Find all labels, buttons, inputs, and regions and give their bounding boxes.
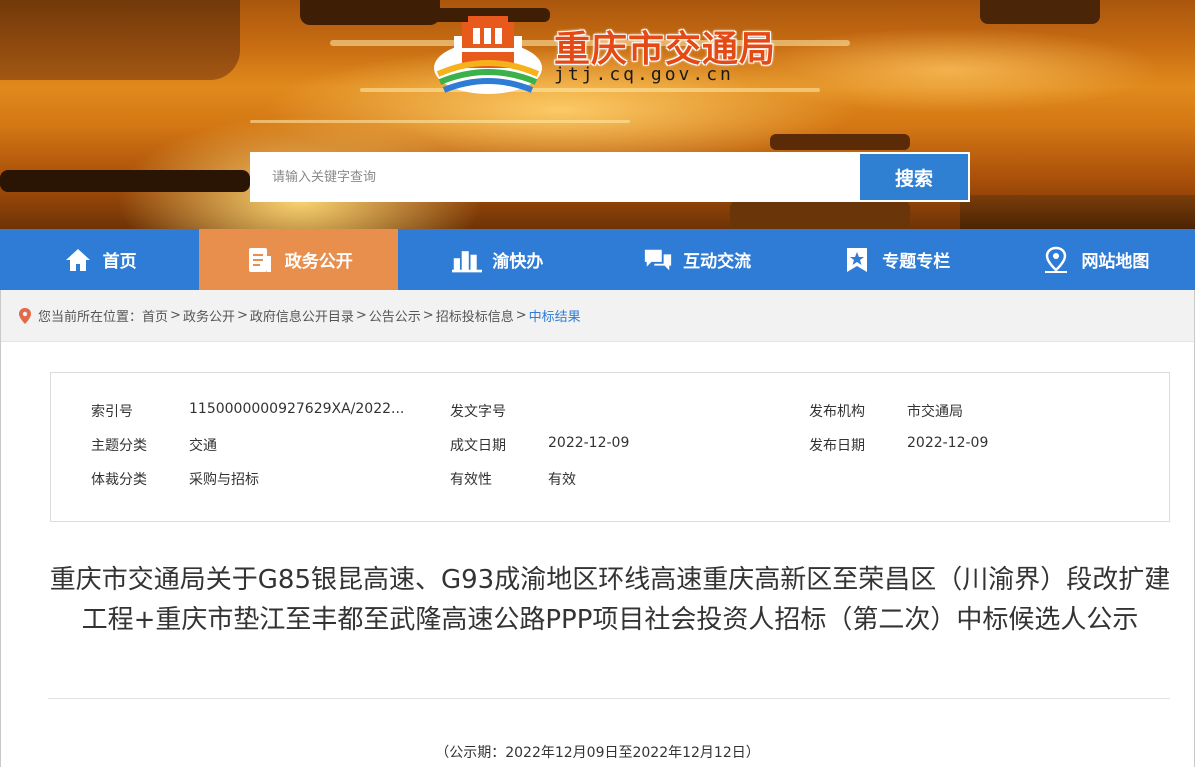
genre-label: 体裁分类	[91, 472, 147, 488]
boat-silhouette	[300, 0, 440, 25]
breadcrumb-current[interactable]: 中标结果	[529, 306, 581, 325]
boat-silhouette	[0, 170, 250, 192]
water-reflection	[250, 120, 630, 123]
index-value: 11500000009276​29XA/2022...	[189, 401, 405, 417]
search-bar: 搜索	[250, 152, 970, 202]
header-banner: 重庆市交通局 jtj.cq.gov.cn 搜索	[0, 0, 1195, 229]
breadcrumb: 您当前所在位置： 首页 > 政务公开 > 政府信息公开目录 > 公告公示 > 招…	[0, 290, 1195, 342]
nav-item-label: 网站地图	[1081, 252, 1150, 272]
document-title: 重庆市交通局关于G85银昆高速、G93成渝地区环线高速重庆高新区至荣昌区（川渝界…	[49, 565, 1171, 635]
published-date-label: 发布日期	[809, 438, 865, 454]
breadcrumb-separator: >	[515, 308, 527, 323]
metadata-row: 索引号 11500000009276​29XA/2022... 发文字号 发布机…	[51, 401, 1169, 425]
breadcrumb-separator: >	[422, 308, 434, 323]
boat-silhouette	[770, 134, 910, 150]
nav-item-label: 渝快办	[492, 252, 544, 272]
genre-value: 采购与招标	[189, 472, 259, 488]
document-metadata: 索引号 11500000009276​29XA/2022... 发文字号 发布机…	[50, 372, 1170, 522]
logo-emblem-icon	[434, 16, 542, 94]
site-logo[interactable]: 重庆市交通局 jtj.cq.gov.cn	[432, 8, 792, 94]
nav-item-yukuaiban[interactable]: 渝快办	[398, 229, 597, 290]
divider	[48, 698, 1170, 699]
breadcrumb-link-announcements[interactable]: 公告公示	[369, 306, 421, 325]
validity-value: 有效	[548, 472, 576, 488]
announcement-period: （公示期：2022年12月09日至2022年12月12日）	[435, 745, 760, 761]
breadcrumb-link-bidding-info[interactable]: 招标投标信息	[436, 306, 514, 325]
boat-silhouette	[980, 0, 1100, 24]
publisher-value: 市交通局	[907, 404, 963, 420]
breadcrumb-link-home[interactable]: 首页	[142, 306, 168, 325]
nav-item-label: 政务公开	[284, 252, 353, 272]
validity-label: 有效性	[450, 472, 492, 488]
main-nav: 首页 政务公开 渝快办 互动交流 专题专栏 网站地图	[0, 229, 1195, 290]
created-date-value: 2022-12-09	[548, 435, 630, 451]
star-bookmark-icon	[842, 245, 872, 275]
created-date-label: 成文日期	[450, 438, 506, 454]
publisher-label: 发布机构	[809, 404, 865, 420]
nav-item-label: 互动交流	[683, 252, 752, 272]
boat-silhouette	[960, 195, 1195, 229]
metadata-row: 体裁分类 采购与招标 有效性 有效	[51, 469, 1169, 493]
site-domain: jtj.cq.gov.cn	[554, 64, 734, 85]
nav-item-special-topics[interactable]: 专题专栏	[797, 229, 996, 290]
breadcrumb-link-info-catalog[interactable]: 政府信息公开目录	[250, 306, 354, 325]
page-border	[0, 290, 1, 767]
nav-item-gov-affairs[interactable]: 政务公开	[199, 229, 399, 290]
nav-item-label: 首页	[102, 252, 137, 272]
nav-item-sitemap[interactable]: 网站地图	[996, 229, 1195, 290]
nav-item-interaction[interactable]: 互动交流	[598, 229, 797, 290]
banner-shadow	[0, 0, 240, 80]
map-pin-icon	[1041, 245, 1071, 275]
document-icon	[245, 245, 275, 275]
breadcrumb-separator: >	[355, 308, 367, 323]
nav-item-label: 专题专栏	[882, 252, 951, 272]
chat-icon	[643, 245, 673, 275]
breadcrumb-prefix: 您当前所在位置：	[38, 310, 143, 325]
index-label: 索引号	[91, 404, 133, 420]
breadcrumb-separator: >	[170, 308, 181, 323]
location-pin-icon	[19, 307, 31, 324]
home-icon	[63, 245, 93, 275]
topic-label: 主题分类	[91, 438, 147, 454]
search-input[interactable]	[250, 152, 858, 202]
search-button[interactable]: 搜索	[858, 152, 970, 202]
metadata-row: 主题分类 交通 成文日期 2022-12-09 发布日期 2022-12-09	[51, 435, 1169, 459]
boat-silhouette	[730, 200, 910, 229]
nav-item-home[interactable]: 首页	[0, 229, 199, 290]
published-date-value: 2022-12-09	[907, 435, 989, 451]
doc-number-label: 发文字号	[450, 404, 506, 420]
buildings-icon	[452, 245, 483, 275]
breadcrumb-link-gov-affairs[interactable]: 政务公开	[183, 306, 235, 325]
breadcrumb-separator: >	[236, 308, 248, 323]
topic-value: 交通	[189, 438, 217, 454]
